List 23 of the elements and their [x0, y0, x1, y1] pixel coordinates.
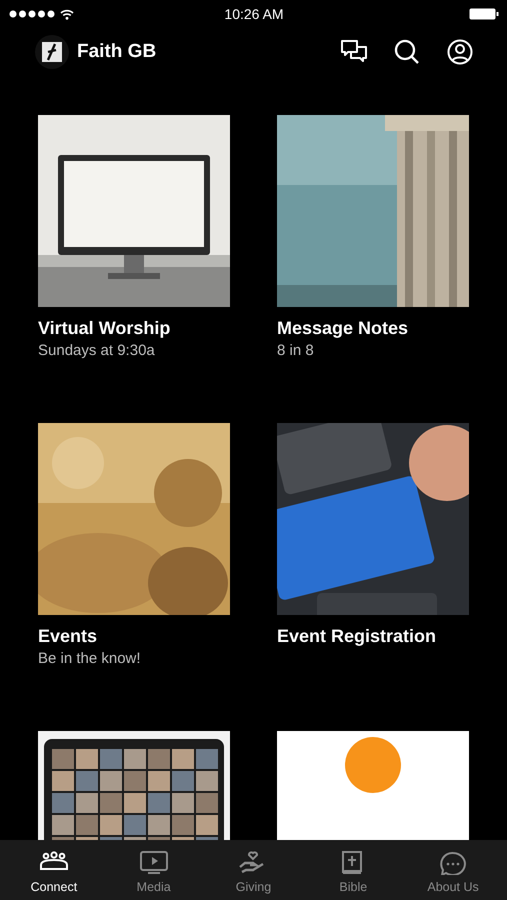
card-title: Events	[38, 626, 98, 647]
battery-icon	[469, 8, 499, 20]
tab-button[interactable]: Connect	[8, 846, 99, 894]
tab-button[interactable]: About Us	[408, 846, 498, 894]
profile-icon[interactable]	[447, 39, 473, 65]
chat-icon[interactable]	[341, 40, 367, 64]
card-title: Event Registration	[277, 626, 438, 647]
tab-button[interactable]: Media	[108, 846, 199, 894]
signal-icon	[9, 10, 55, 18]
card-subtitle: 8 in 8	[277, 342, 315, 359]
wifi-icon	[60, 8, 74, 20]
chat-bubble-icon	[438, 850, 468, 874]
tv-icon	[138, 850, 169, 874]
status-time: 10:26 AM	[224, 6, 284, 22]
card-title: Virtual Worship	[38, 318, 172, 339]
card-title: Message Notes	[277, 318, 410, 339]
logo-icon	[35, 35, 69, 69]
search-icon[interactable]	[394, 39, 420, 65]
card-subtitle: Sundays at 9:30a	[38, 342, 156, 359]
app-title: Faith GB	[77, 41, 156, 63]
tab-button[interactable]: Giving	[208, 846, 298, 894]
card-subtitle: Be in the know!	[38, 650, 142, 667]
tab-button[interactable]: Bible	[308, 846, 398, 894]
